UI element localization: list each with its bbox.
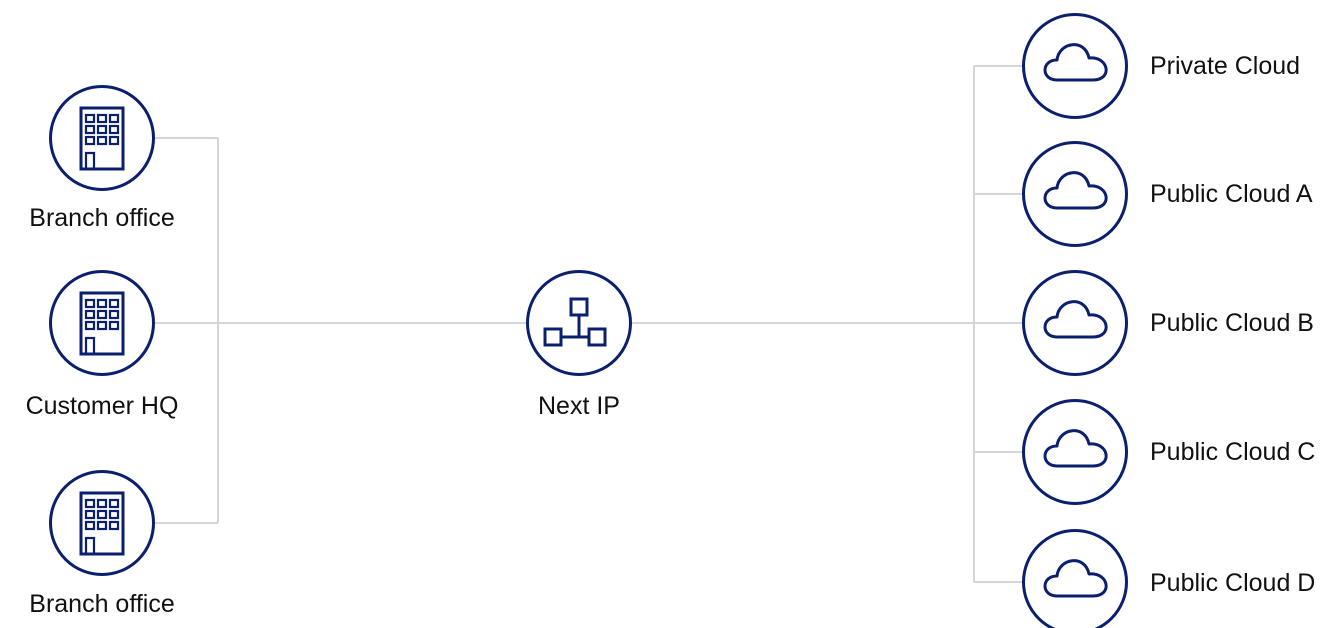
site-label: Branch office [29,204,175,232]
node-circle [1022,141,1128,247]
cloud-label: Public Cloud C [1150,438,1316,466]
cloud-icon [1022,13,1128,119]
cloud-icon [1022,270,1128,376]
diagram-nodes [49,13,1128,628]
hub-label: Next IP [538,392,620,420]
building-icon [49,85,155,191]
cloud-icon [1022,141,1128,247]
cloud-label: Public Cloud D [1150,569,1316,597]
node-circle [1022,13,1128,119]
cloud-label: Public Cloud B [1150,309,1314,337]
node-circle [1022,399,1128,505]
building-icon [49,270,155,376]
site-label: Customer HQ [25,392,179,420]
cloud-label: Private Cloud [1150,52,1301,80]
node-circle [1022,529,1128,628]
network-icon [526,270,632,376]
node-circle [1022,270,1128,376]
network-diagram [49,13,1128,628]
cloud-icon [1022,529,1128,628]
cloud-icon [1022,399,1128,505]
cloud-label: Public Cloud A [1150,180,1313,208]
building-icon [49,470,155,576]
site-label: Branch office [29,590,175,618]
